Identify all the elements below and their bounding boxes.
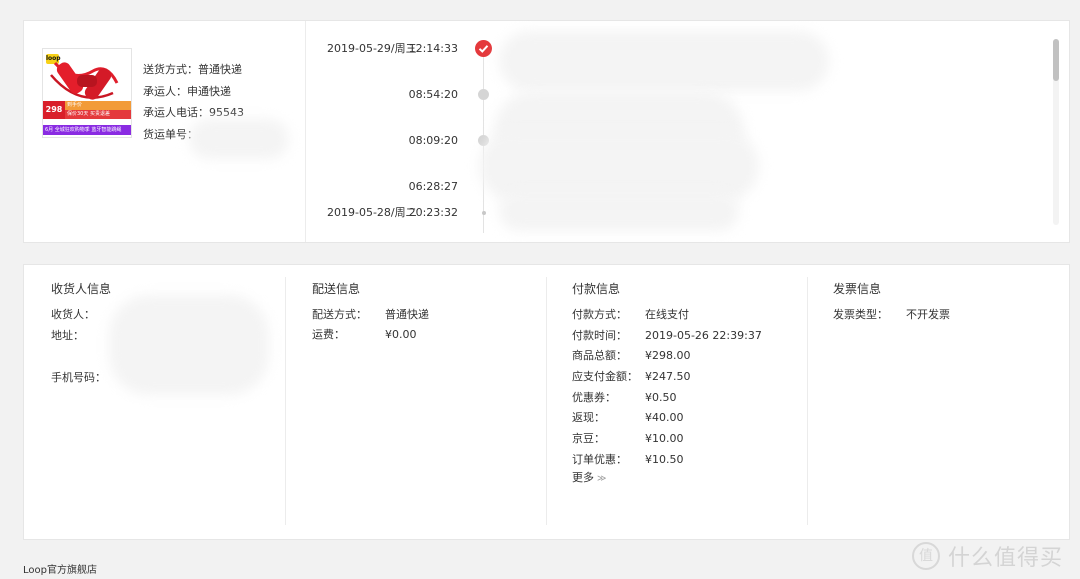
timeline-dot [482, 211, 486, 215]
timeline-time: 08:09:20 [408, 134, 458, 147]
order-info-panel: 收货人信息 收货人： 地址： 手机号码： 配送信息 配送方式： 普通快递 运费： ¥… [23, 264, 1070, 540]
timeline-date: 2019-05-29/周三 [327, 42, 417, 55]
consignee-address-label: 地址： [51, 329, 84, 342]
payment-value: ¥10.00 [645, 432, 684, 445]
payment-row: 付款方式： 在线支付 [572, 306, 689, 322]
watermark-logo-icon: 值 [912, 542, 940, 570]
payment-label: 订单优惠： [572, 453, 627, 466]
price-strip: 298 到手价 保价30天 买贵退差 [43, 101, 131, 119]
payment-label: 优惠券： [572, 391, 616, 404]
payment-value: ¥10.50 [645, 453, 684, 466]
delivery-method-row: 配送方式： 普通快递 [312, 306, 429, 322]
invoice-section: 发票信息 发票类型： 不开发票 [808, 265, 1070, 541]
redacted-consignee [109, 295, 269, 395]
invoice-type-row: 发票类型： 不开发票 [833, 306, 950, 322]
invoice-type-value: 不开发票 [906, 308, 950, 321]
consignee-section: 收货人信息 收货人： 地址： 手机号码： [24, 265, 285, 541]
delivery-fee-row: 运费： ¥0.00 [312, 326, 417, 342]
store-name-link[interactable]: Loop官方旗舰店 [23, 561, 97, 576]
check-icon [475, 40, 492, 57]
payment-label: 返现： [572, 411, 605, 424]
consignee-title: 收货人信息 [51, 282, 112, 296]
payment-row: 付款时间： 2019-05-26 22:39:37 [572, 327, 762, 343]
redacted-tracking-details [499, 191, 739, 231]
shipment-panel: loop 298 到手价 保价30天 买贵退差 6月 全城狂欢购物季 蓝牙智能跳… [23, 20, 1070, 243]
price-badge: 298 [43, 101, 65, 119]
timeline-time: 12:14:33 [408, 42, 458, 55]
consignee-name-label: 收货人： [51, 308, 95, 321]
watermark-text: 什么值得买 [948, 546, 1064, 571]
payment-label: 商品总额： [572, 349, 627, 362]
timeline-dot [478, 89, 489, 100]
timeline-time: 08:54:20 [408, 88, 458, 101]
timeline-scrollbar[interactable] [1053, 39, 1059, 225]
timeline-time: 06:28:27 [408, 180, 458, 193]
delivery-method-label: 配送方式： [312, 308, 367, 321]
payment-row: 应支付金额： ¥247.50 [572, 368, 691, 384]
payment-value: ¥40.00 [645, 411, 684, 424]
more-button[interactable]: 更多 ≫ [572, 469, 606, 485]
payment-row: 商品总额： ¥298.00 [572, 347, 691, 363]
payment-row: 优惠券： ¥0.50 [572, 389, 677, 405]
payment-value: ¥0.50 [645, 391, 677, 404]
payment-row: 返现： ¥40.00 [572, 409, 684, 425]
delivery-title: 配送信息 [312, 282, 361, 296]
redacted-tracking-details [499, 31, 829, 91]
payment-label: 付款时间： [572, 329, 627, 342]
chevron-down-icon: ≫ [597, 474, 607, 484]
payment-label: 应支付金额： [572, 370, 638, 383]
more-label: 更多 [572, 471, 594, 484]
delivery-section: 配送信息 配送方式： 普通快递 运费： ¥0.00 [286, 265, 547, 541]
payment-value: 在线支付 [645, 308, 689, 321]
invoice-type-label: 发票类型： [833, 308, 888, 321]
payment-value: 2019-05-26 22:39:37 [645, 329, 762, 342]
delivery-method-value: 普通快递 [385, 308, 429, 321]
payment-row: 京豆： ¥10.00 [572, 430, 684, 446]
delivery-fee-label: 运费： [312, 328, 345, 341]
watermark: 值 什么值得买 [912, 540, 1063, 572]
timeline-date: 2019-05-28/周二 [327, 206, 417, 219]
delivery-method: 送货方式：普通快递 [143, 63, 242, 76]
consignee-phone-label: 手机号码： [51, 371, 106, 384]
payment-value: ¥247.50 [645, 370, 691, 383]
payment-row: 订单优惠： ¥10.50 [572, 451, 684, 467]
invoice-title: 发票信息 [833, 282, 882, 296]
price-tag-bottom: 保价30天 买贵退差 [65, 110, 131, 119]
delivery-fee-value: ¥0.00 [385, 328, 417, 341]
payment-title: 付款信息 [572, 282, 621, 296]
payment-value: ¥298.00 [645, 349, 691, 362]
payment-section: 付款信息 付款方式： 在线支付 付款时间： 2019-05-26 22:39:37 … [547, 265, 808, 541]
payment-label: 京豆： [572, 432, 605, 445]
scrollbar-thumb[interactable] [1053, 39, 1059, 81]
timeline-time: 20:23:32 [408, 206, 458, 219]
payment-label: 付款方式： [572, 308, 627, 321]
